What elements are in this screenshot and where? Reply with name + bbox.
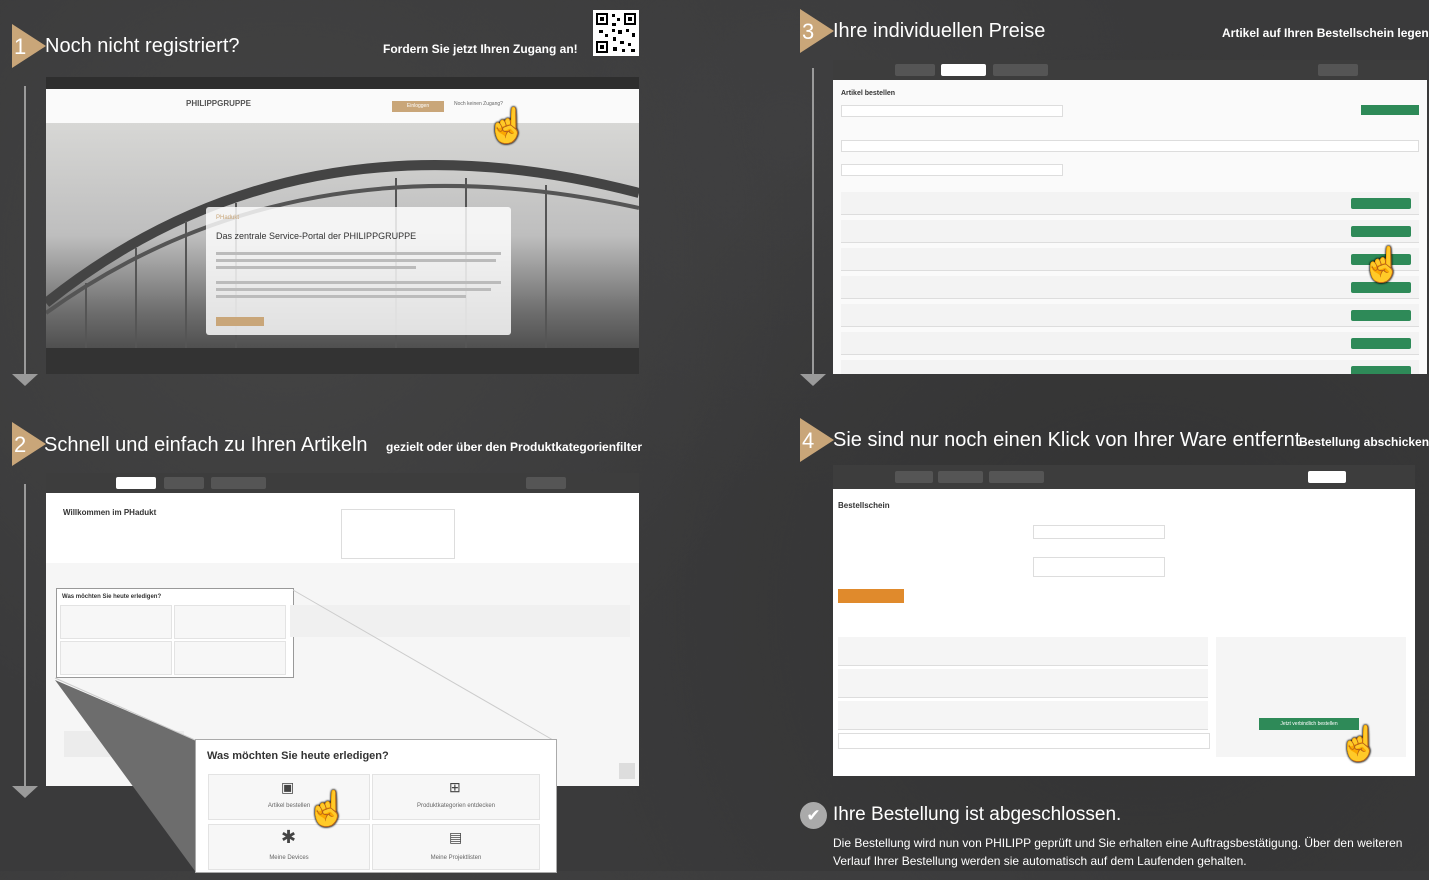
step-1-arrow-head <box>12 374 38 386</box>
step-3-marker: 3 <box>800 9 834 53</box>
list-icon: ▤ <box>449 829 463 845</box>
hand-pointer-icon: ☝ <box>486 107 529 145</box>
screenshot-registration: PHILIPPGRUPPE Einloggen Noch keinen Zuga… <box>46 77 639 374</box>
step-3-arrow-head <box>800 374 826 386</box>
screenshot-order-sheet: Bestellschein Jetzt verbindlich bestelle… <box>833 465 1415 776</box>
step-4-marker: 4 <box>800 418 834 462</box>
step-1-title: Noch nicht registriert? <box>45 35 240 57</box>
step-2-arrow-head <box>12 786 38 798</box>
card-kicker: PHadukt <box>216 215 240 221</box>
final-text: Die Bestellung wird nun von PHILIPP gepr… <box>833 836 1403 868</box>
tile-categories[interactable]: ⊞ Produktkategorien entdecken <box>372 774 540 820</box>
card-title: Das zentrale Service-Portal der PHILIPPG… <box>216 231 417 241</box>
step-2-marker: 2 <box>12 422 46 466</box>
step-3-arrow-line <box>812 68 814 374</box>
hand-pointer-icon: ☝ <box>1338 725 1381 763</box>
tile-project-lists[interactable]: ▤ Meine Projektlisten <box>372 824 540 870</box>
portal-logo: PHILIPPGRUPPE <box>186 99 251 108</box>
tile-label: Produktkategorien entdecken <box>416 803 496 809</box>
step-2-subtitle: gezielt oder über den Produktkategorienf… <box>386 440 643 454</box>
step-1-subtitle: Fordern Sie jetzt Ihren Zugang an! <box>383 42 578 56</box>
tile-devices[interactable]: ✱ Meine Devices <box>208 824 370 870</box>
step-4-subtitle: Bestellung abschicken <box>1299 435 1429 449</box>
step-1-marker: 1 <box>12 24 46 68</box>
qr-code-icon <box>593 10 639 56</box>
tile-label: Meine Devices <box>269 855 309 861</box>
step-2-arrow-line <box>24 484 26 786</box>
screenshot-order-articles: Artikel bestellen ☝ <box>833 60 1427 374</box>
order-sheet-heading: Bestellschein <box>838 501 890 510</box>
tile-label: Meine Projektlisten <box>430 855 482 861</box>
hand-pointer-icon: ☝ <box>1361 246 1404 284</box>
portal-info-card: PHadukt Das zentrale Service-Portal der … <box>206 207 511 335</box>
step-2-number: 2 <box>14 432 27 457</box>
login-button[interactable]: Einloggen <box>392 101 444 112</box>
hand-pointer-icon: ☝ <box>306 790 349 828</box>
dashboard-zoom-panel: Was möchten Sie heute erledigen? ▣ Artik… <box>195 739 557 873</box>
final-title: Ihre Bestellung ist abgeschlossen. <box>833 804 1122 825</box>
order-heading: Artikel bestellen <box>841 90 896 97</box>
dashboard-question: Was möchten Sie heute erledigen? <box>207 750 389 762</box>
step-3-subtitle: Artikel auf Ihren Bestellschein legen <box>1222 26 1429 40</box>
step-3-number: 3 <box>802 19 815 44</box>
asterisk-icon: ✱ <box>281 827 297 847</box>
step-4-title: Sie sind nur noch einen Klick von Ihrer … <box>833 429 1301 451</box>
step-3-title: Ihre individuellen Preise <box>833 20 1046 42</box>
step-1-number: 1 <box>14 34 27 59</box>
welcome-heading: Willkommen im PHadukt <box>63 508 157 517</box>
step-4-number: 4 <box>802 428 815 453</box>
check-circle-icon: ✔ <box>800 802 827 829</box>
clipboard-icon: ▣ <box>281 779 295 795</box>
step-1-arrow-line <box>24 86 26 374</box>
book-icon: ⊞ <box>449 779 461 795</box>
step-2-title: Schnell und einfach zu Ihren Artikeln <box>44 434 368 456</box>
